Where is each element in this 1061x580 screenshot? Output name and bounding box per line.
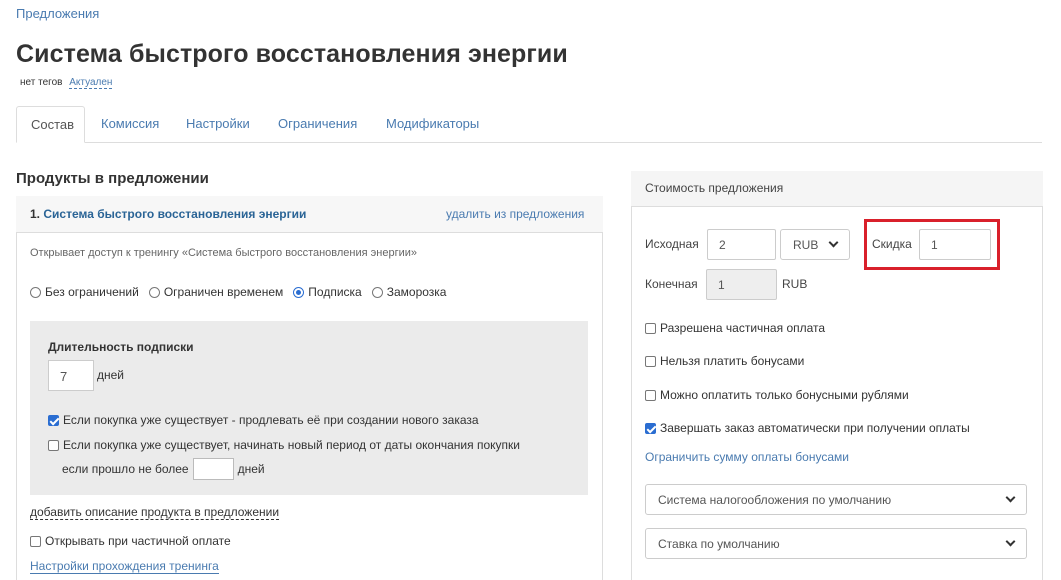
radio-label: Заморозка	[386, 285, 447, 299]
open-on-partial-checkbox[interactable]: Открывать при частичной оплате	[30, 534, 231, 548]
tab-restrictions[interactable]: Ограничения	[264, 106, 371, 143]
no-bonus-payment-checkbox[interactable]: Нельзя платить бонусами	[645, 354, 804, 368]
currency-value: RUB	[793, 237, 819, 252]
checkbox-label: Завершать заказ автоматически при получе…	[660, 421, 970, 435]
checkbox-label: Если покупка уже существует - продлевать…	[63, 413, 479, 427]
status-link[interactable]: Актуален	[69, 77, 113, 89]
radio-time-limited[interactable]: Ограничен временем	[148, 285, 284, 299]
radio-icon[interactable]	[148, 286, 160, 298]
checkbox-icon[interactable]	[645, 322, 656, 334]
tab-settings[interactable]: Настройки	[172, 106, 264, 143]
chevron-down-icon	[1005, 492, 1016, 503]
auto-complete-order-checkbox[interactable]: Завершать заказ автоматически при получе…	[645, 421, 970, 435]
bonus-only-checkbox[interactable]: Можно оплатить только бонусными рублями	[645, 388, 909, 402]
add-product-description-link[interactable]: добавить описание продукта в предложении	[30, 505, 280, 520]
checkbox-label: Разрешена частичная оплата	[660, 321, 826, 335]
product-name-link[interactable]: Система быстрого восстановления энергии	[43, 207, 306, 221]
tab-commission[interactable]: Комиссия	[87, 106, 173, 143]
product-name[interactable]: 1. Система быстрого восстановления энерг…	[30, 207, 306, 221]
products-section-title: Продукты в предложении	[16, 170, 209, 187]
currency-select[interactable]: RUB	[780, 229, 850, 260]
radio-icon[interactable]	[371, 286, 383, 298]
tax-system-value: Система налогообложения по умолчанию	[658, 492, 892, 507]
extend-existing-checkbox[interactable]: Если покупка уже существует - продлевать…	[48, 413, 479, 427]
no-tags-label: нет тегов	[20, 77, 63, 88]
tax-system-select[interactable]: Система налогообложения по умолчанию	[645, 484, 1027, 515]
new-period-label: если прошло не более	[62, 462, 189, 476]
final-price-input: 1	[706, 269, 777, 300]
radio-label: Без ограничений	[45, 285, 139, 299]
checkbox-label: Можно оплатить только бонусными рублями	[660, 388, 909, 402]
limit-bonus-payment-link[interactable]: Ограничить сумму оплаты бонусами	[645, 450, 849, 464]
radio-icon-checked[interactable]	[293, 286, 305, 298]
tab-modifiers[interactable]: Модификаторы	[372, 106, 493, 143]
chevron-down-icon	[828, 237, 839, 248]
new-period-days-input[interactable]	[192, 458, 234, 480]
breadcrumb-link[interactable]: Предложения	[16, 6, 99, 21]
original-price-label: Исходная	[645, 237, 699, 251]
radio-icon[interactable]	[30, 286, 41, 298]
checkbox-icon[interactable]	[30, 535, 41, 547]
new-period-checkbox[interactable]: Если покупка уже существует, начинать но…	[48, 438, 520, 452]
discount-highlight-frame	[864, 219, 1000, 270]
radio-label: Ограничен временем	[163, 285, 284, 299]
product-description: Открывает доступ к тренингу «Система быс…	[30, 247, 417, 259]
tags-line: нет тегов Актуален	[20, 77, 113, 89]
page-title: Система быстрого восстановления энергии	[16, 40, 568, 68]
product-number: 1.	[30, 207, 41, 221]
tax-rate-select[interactable]: Ставка по умолчанию	[645, 528, 1027, 559]
new-period-unit: дней	[237, 462, 265, 476]
checkbox-icon[interactable]	[48, 439, 59, 451]
allow-partial-payment-checkbox[interactable]: Разрешена частичная оплата	[645, 321, 825, 335]
subscription-days-input[interactable]: 7	[48, 360, 94, 391]
radio-no-limit[interactable]: Без ограничений	[30, 285, 139, 299]
cost-panel-title: Стоимость предложения	[645, 181, 784, 195]
original-price-input[interactable]: 2	[707, 229, 776, 260]
final-currency-label: RUB	[782, 277, 808, 291]
radio-subscription[interactable]: Подписка	[293, 285, 362, 299]
checkbox-label: Если покупка уже существует, начинать но…	[63, 438, 520, 452]
radio-label: Подписка	[308, 285, 362, 299]
days-unit-label: дней	[97, 368, 125, 382]
tab-composition[interactable]: Состав	[16, 106, 85, 143]
training-settings-link[interactable]: Настройки прохождения тренинга	[30, 559, 219, 574]
checkbox-label: Нельзя платить бонусами	[660, 354, 805, 368]
checkbox-icon[interactable]	[645, 389, 656, 401]
subscription-duration-title: Длительность подписки	[48, 340, 194, 354]
checkbox-label: Открывать при частичной оплате	[45, 534, 231, 548]
tax-rate-value: Ставка по умолчанию	[658, 536, 780, 551]
checkbox-checked-icon[interactable]	[48, 414, 59, 426]
checkbox-icon[interactable]	[645, 355, 656, 367]
remove-from-offer-link[interactable]: удалить из предложения	[446, 207, 584, 221]
final-price-label: Конечная	[645, 277, 698, 291]
chevron-down-icon	[1005, 536, 1016, 547]
radio-freeze[interactable]: Заморозка	[371, 285, 447, 299]
checkbox-checked-icon[interactable]	[645, 422, 656, 434]
tab-bar: Состав Комиссия Настройки Ограничения Мо…	[16, 106, 1042, 143]
access-type-radio-group: Без ограничений Ограничен временем Подпи…	[30, 285, 456, 299]
new-period-days-row: если прошло не более дней	[62, 458, 265, 480]
